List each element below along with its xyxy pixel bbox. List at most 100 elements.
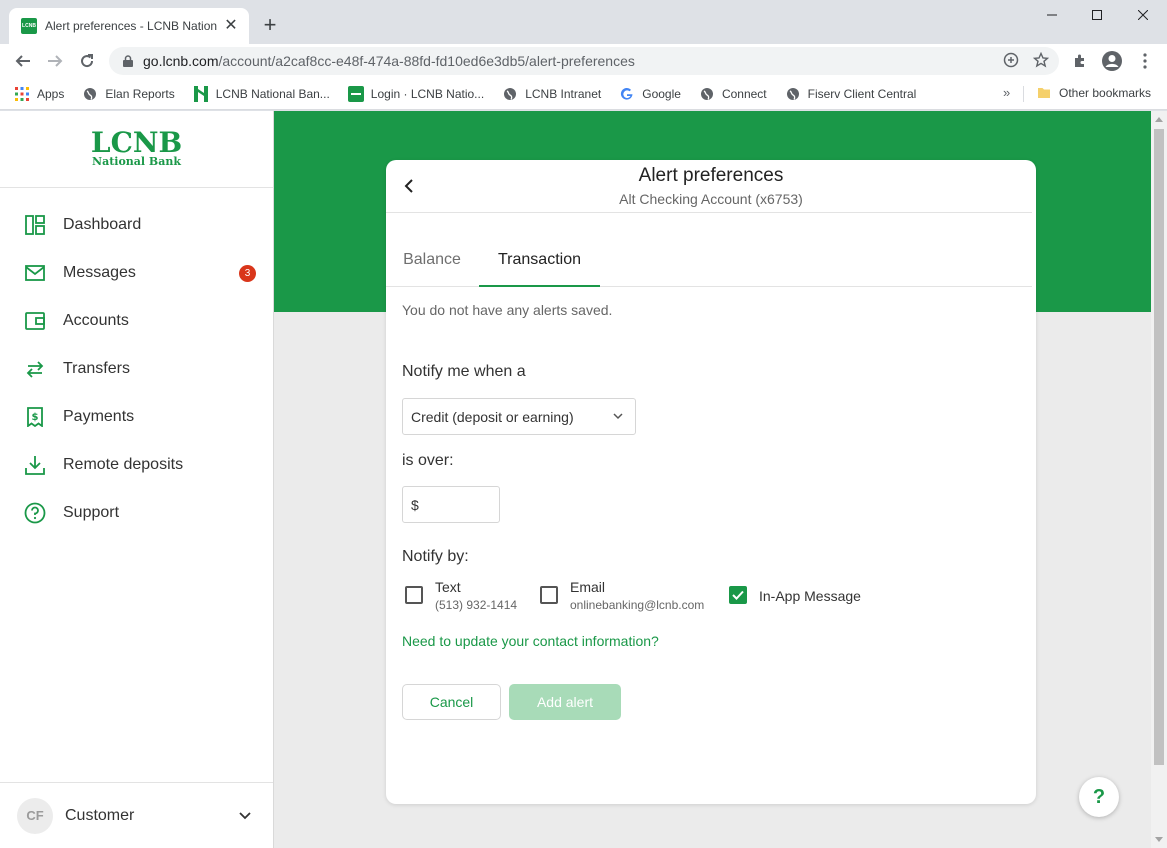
sidebar-item-transfers[interactable]: Transfers bbox=[0, 345, 273, 393]
sidebar-item-payments[interactable]: $ Payments bbox=[0, 393, 273, 441]
sidebar-item-label: Remote deposits bbox=[63, 456, 184, 473]
user-menu[interactable]: CF Customer bbox=[0, 782, 273, 848]
alert-tabs: Balance Transaction bbox=[386, 240, 1032, 287]
tab-transaction[interactable]: Transaction bbox=[479, 240, 600, 287]
avatar: CF bbox=[17, 797, 53, 834]
lcnb-logo[interactable]: LCNB National Bank bbox=[0, 111, 273, 188]
browser-toolbar: go.lcnb.com/account/a2caf8cc-e48f-474a-8… bbox=[0, 44, 1167, 78]
scroll-thumb[interactable] bbox=[1154, 129, 1164, 765]
in-app-checkbox[interactable] bbox=[729, 586, 747, 604]
address-bar[interactable]: go.lcnb.com/account/a2caf8cc-e48f-474a-8… bbox=[109, 47, 1059, 75]
option-label: Email bbox=[570, 579, 606, 595]
option-in-app[interactable]: In-App Message bbox=[729, 578, 861, 605]
other-bookmarks[interactable]: Other bookmarks bbox=[1036, 85, 1151, 101]
cancel-button[interactable]: Cancel bbox=[402, 684, 501, 720]
bookmark-label: Google bbox=[642, 86, 681, 101]
sidebar: LCNB National Bank Dashboard Messages 3 … bbox=[0, 111, 274, 848]
browser-tab[interactable]: LCNB Alert preferences - LCNB National B… bbox=[9, 8, 249, 44]
is-over-label: is over: bbox=[402, 452, 454, 469]
email-checkbox[interactable] bbox=[540, 586, 558, 604]
option-text[interactable]: Text (513) 932-1414 bbox=[405, 578, 517, 614]
page-title: Alert preferences bbox=[638, 165, 784, 186]
download-icon bbox=[24, 454, 46, 476]
account-subtitle: Alt Checking Account (x6753) bbox=[619, 191, 803, 207]
bookmarks-divider bbox=[1023, 86, 1024, 102]
close-icon bbox=[1138, 10, 1148, 20]
page-scrollbar[interactable] bbox=[1151, 111, 1167, 848]
back-button[interactable] bbox=[11, 49, 35, 73]
help-button[interactable]: ? bbox=[1079, 777, 1119, 817]
maximize-button[interactable] bbox=[1074, 0, 1120, 30]
new-tab-button[interactable]: + bbox=[258, 13, 282, 37]
url-path: /account/a2caf8cc-e48f-474a-88fd-fd10ed6… bbox=[218, 53, 635, 69]
add-circle-icon[interactable] bbox=[1003, 52, 1019, 73]
url-host: go.lcnb.com bbox=[143, 53, 219, 69]
chevron-down-icon bbox=[613, 413, 623, 420]
transaction-type-select[interactable]: Credit (deposit or earning) bbox=[402, 398, 636, 435]
amount-input[interactable]: $ bbox=[402, 486, 500, 523]
sidebar-item-label: Dashboard bbox=[63, 216, 142, 233]
sidebar-item-accounts[interactable]: Accounts bbox=[0, 297, 273, 345]
bookmark-login-lcnb[interactable]: Login · LCNB Natio... bbox=[347, 85, 484, 102]
bookmark-connect[interactable]: Connect bbox=[699, 86, 767, 102]
option-email[interactable]: Email onlinebanking@lcnb.com bbox=[540, 578, 704, 614]
bookmarks-overflow-button[interactable]: » bbox=[1003, 85, 1010, 100]
add-alert-button[interactable]: Add alert bbox=[509, 684, 621, 720]
help-circle-icon bbox=[24, 502, 46, 524]
lcnb-favicon-icon bbox=[193, 85, 209, 102]
bookmark-label: Elan Reports bbox=[105, 86, 175, 101]
bookmark-elan-reports[interactable]: Elan Reports bbox=[82, 86, 175, 102]
close-tab-icon[interactable]: ✕ bbox=[223, 18, 239, 34]
bookmark-label: LCNB Intranet bbox=[525, 86, 602, 101]
app-viewport: LCNB National Bank Dashboard Messages 3 … bbox=[0, 111, 1151, 848]
empty-alerts-message: You do not have any alerts saved. bbox=[402, 302, 613, 318]
bookmark-label: LCNB National Ban... bbox=[215, 86, 330, 101]
sidebar-item-messages[interactable]: Messages 3 bbox=[0, 249, 273, 297]
sidebar-item-remote-deposits[interactable]: Remote deposits bbox=[0, 441, 273, 489]
header-divider bbox=[386, 212, 1032, 213]
bookmark-label: Connect bbox=[721, 86, 767, 101]
menu-dots-icon[interactable] bbox=[1133, 49, 1157, 73]
sidebar-item-label: Transfers bbox=[63, 360, 130, 377]
star-icon[interactable] bbox=[1032, 51, 1050, 73]
bookmark-google[interactable]: Google bbox=[619, 86, 681, 102]
sidebar-item-support[interactable]: Support bbox=[0, 489, 273, 537]
sidebar-item-label: Accounts bbox=[63, 312, 129, 329]
browser-tabstrip: LCNB Alert preferences - LCNB National B… bbox=[0, 0, 1167, 44]
bookmark-lcnb-intranet[interactable]: LCNB Intranet bbox=[502, 86, 601, 102]
scroll-down-icon[interactable] bbox=[1155, 837, 1163, 842]
window-close-button[interactable] bbox=[1120, 0, 1166, 30]
option-label: Text bbox=[435, 579, 461, 595]
back-chevron-icon[interactable] bbox=[400, 176, 416, 196]
scroll-up-icon[interactable] bbox=[1155, 117, 1163, 122]
logo-sub-text: National Bank bbox=[92, 155, 181, 168]
minimize-button[interactable] bbox=[1029, 0, 1075, 30]
option-label: In-App Message bbox=[759, 588, 861, 604]
option-detail: onlinebanking@lcnb.com bbox=[570, 598, 705, 612]
dashboard-icon bbox=[24, 214, 46, 236]
tab-balance[interactable]: Balance bbox=[388, 240, 476, 287]
maximize-icon bbox=[1092, 10, 1102, 20]
globe-icon bbox=[785, 86, 801, 102]
extensions-icon[interactable] bbox=[1068, 49, 1092, 73]
forward-button[interactable] bbox=[43, 49, 67, 73]
bookmark-fiserv[interactable]: Fiserv Client Central bbox=[785, 86, 916, 102]
globe-icon bbox=[699, 86, 715, 102]
text-checkbox[interactable] bbox=[405, 586, 423, 604]
wallet-icon bbox=[24, 310, 46, 332]
google-icon bbox=[619, 86, 635, 102]
sidebar-item-label: Payments bbox=[63, 408, 135, 425]
lock-icon bbox=[121, 54, 135, 68]
lcnb-favicon-icon: LCNB bbox=[21, 18, 37, 34]
sidebar-nav: Dashboard Messages 3 Accounts Transfers … bbox=[0, 201, 273, 537]
bookmarks-bar: Apps Elan Reports LCNB National Ban... L… bbox=[0, 78, 1167, 110]
bookmark-lcnb-national[interactable]: LCNB National Ban... bbox=[193, 85, 330, 102]
sidebar-item-dashboard[interactable]: Dashboard bbox=[0, 201, 273, 249]
globe-icon bbox=[502, 86, 518, 102]
reload-button[interactable] bbox=[75, 49, 99, 73]
profile-icon[interactable] bbox=[1100, 49, 1124, 73]
bookmark-apps[interactable]: Apps bbox=[14, 86, 64, 102]
unread-badge: 3 bbox=[239, 265, 256, 282]
update-contact-link[interactable]: Need to update your contact information? bbox=[402, 633, 659, 649]
currency-prefix: $ bbox=[411, 496, 419, 513]
